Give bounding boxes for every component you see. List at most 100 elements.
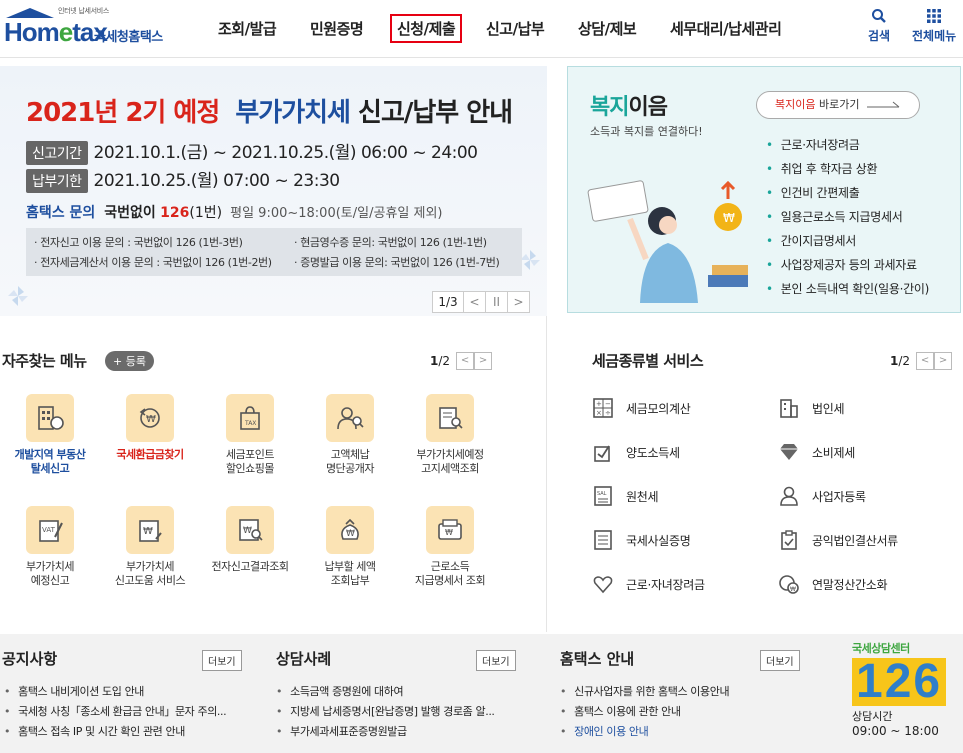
nav-application-submission[interactable]: 신청/제출 <box>390 14 463 43</box>
freq-item-label: 지급명세서 조회 <box>414 574 486 587</box>
call-center-hours: 09:00 ~ 18:00 <box>852 724 939 738</box>
guide-item[interactable]: 신규사업자를 위한 홈택스 이용안내 <box>560 682 729 702</box>
guide-item[interactable]: 장애인 이용 안내 <box>560 722 729 742</box>
welfare-item[interactable]: 인건비 간편제출 <box>766 181 929 205</box>
freq-item-label: 명단공개자 <box>325 462 375 475</box>
guide-more-button[interactable]: 더보기 <box>760 650 800 671</box>
freq-item-vat-help[interactable]: ₩ 부가가치세 신고도움 서비스 <box>102 506 198 588</box>
pinwheel-icon <box>8 286 28 306</box>
service-withholding-tax[interactable]: SAL 원천세 <box>590 482 659 510</box>
banner-prev-button[interactable]: < <box>463 292 485 312</box>
consult-title: 상담사례 <box>276 650 332 668</box>
welfare-item[interactable]: 일용근로소득 지급명세서 <box>766 205 929 229</box>
search-button[interactable]: 검색 <box>868 8 890 44</box>
notice-item[interactable]: 홈택스 내비게이션 도입 안내 <box>4 682 226 702</box>
hometax-inquiry: 홈택스 문의 국번없이 126(1번) 평일 9:00~18:00(토/일/공휴일… <box>26 205 443 221</box>
service-transfer-income-tax[interactable]: 양도소득세 <box>590 438 680 466</box>
notice-item[interactable]: 홈택스 접속 IP 및 시간 확인 관련 안내 <box>4 722 226 742</box>
call-center-banner[interactable]: 국세상담센터 126 상담시간 09:00 ~ 18:00 <box>852 640 962 750</box>
freq-pager: 1/2 < > <box>430 352 493 370</box>
service-consumption-tax[interactable]: 소비제세 <box>776 438 855 466</box>
calculator-icon: + − × ÷ <box>590 395 616 421</box>
freq-item-label: 부가가치세예정 <box>416 448 484 461</box>
section-divider <box>546 316 547 632</box>
freq-item-vat-notice[interactable]: 부가가치세예정 고지세액조회 <box>402 394 498 476</box>
freq-item-label: 납부할 세액 <box>324 560 376 573</box>
consult-item[interactable]: 소득금액 증명원에 대하여 <box>276 682 495 702</box>
welfare-item[interactable]: 근로·자녀장려금 <box>766 133 929 157</box>
withholding-icon: SAL <box>590 483 616 509</box>
welfare-item[interactable]: 사업장제공자 등의 과세자료 <box>766 253 929 277</box>
service-label: 근로·자녀장려금 <box>626 577 705 592</box>
nav-report-payment[interactable]: 신고/납부 <box>486 18 545 39</box>
service-label: 공익법인결산서류 <box>812 533 898 548</box>
notice-title: 공지사항 <box>2 650 58 668</box>
report-period-tag: 신고기간 <box>26 141 88 165</box>
consult-more-button[interactable]: 더보기 <box>476 650 516 671</box>
freq-prev-button[interactable]: < <box>456 352 475 370</box>
nav-civil-certificate[interactable]: 민원증명 <box>310 18 364 39</box>
service-tax-simulation[interactable]: + − × ÷ 세금모의계산 <box>590 394 691 422</box>
welfare-item[interactable]: 본인 소득내역 확인(일용·간이) <box>766 277 930 301</box>
welfare-list: 근로·자녀장려금 취업 후 학자금 상환 인건비 간편제출 일용근로소득 지급명… <box>766 133 930 301</box>
hometax-logo[interactable]: 인터넷 납세서비스 Hometax 국세청홈택스 <box>4 4 188 52</box>
tax-services-prev-button[interactable]: < <box>916 352 935 370</box>
notice-item[interactable]: 국세청 사칭「종소세 환급금 안내」문자 주의... <box>4 702 227 722</box>
freq-item-e-report-result[interactable]: ₩ 전자신고결과조회 <box>202 506 298 574</box>
consult-item[interactable]: 부가세과세표준증명원발급 <box>276 722 495 742</box>
welfare-item[interactable]: 간이지급명세서 <box>766 229 929 253</box>
header: 인터넷 납세서비스 Hometax 국세청홈택스 조회/발급 민원증명 신청/제… <box>0 0 963 58</box>
info-line: · 전자신고 이용 문의 : 국번없이 126 (1번-3번) <box>34 236 243 249</box>
freq-next-button[interactable]: > <box>474 352 493 370</box>
freq-item-tax-point-mall[interactable]: TAX 세금포인트 할인쇼핑몰 <box>202 394 298 476</box>
svg-text:SAL: SAL <box>597 491 607 497</box>
notice-more-button[interactable]: 더보기 <box>202 650 242 671</box>
payment-due: 납부기한 2021.10.25.(월) 07:00 ~ 23:30 <box>26 166 340 193</box>
info-line: · 현금영수증 문의: 국번없이 126 (1번-1번) <box>294 236 487 249</box>
tax-services-page-number: 1/2 <box>890 354 911 368</box>
nav-tax-agent[interactable]: 세무대리/납세관리 <box>670 18 782 39</box>
freq-item-tax-payment[interactable]: ₩ 납부할 세액 조회납부 <box>302 506 398 588</box>
freq-item-refund[interactable]: ₩ 국세환급금찾기 <box>102 394 198 462</box>
svg-text:+: + <box>596 400 602 408</box>
guide-item[interactable]: 홈택스 이용에 관한 안내 <box>560 702 729 722</box>
vat-notice-banner[interactable]: 2021년 2기 예정 부가가치세 신고/납부 안내 신고기간 2021.10.1… <box>0 66 547 316</box>
tax-services-pager: 1/2 < > <box>890 352 953 370</box>
info-line: · 증명발급 이용 문의: 국번없이 126 (1번-7번) <box>294 256 500 269</box>
freq-item-earned-income[interactable]: ₩ 근로소득 지급명세서 조회 <box>402 506 498 588</box>
tax-services-next-button[interactable]: > <box>934 352 953 370</box>
payment-due-value: 2021.10.25.(월) 07:00 ~ 23:30 <box>93 171 341 191</box>
freq-item-delinquent-list[interactable]: 고액체납 명단공개자 <box>302 394 398 476</box>
result-search-icon: ₩ <box>226 506 274 554</box>
freq-item-label: 신고도움 서비스 <box>114 574 186 587</box>
svg-text:₩: ₩ <box>243 526 252 536</box>
consult-list: 소득금액 증명원에 대하여 지방세 납세증명서[완납증명] 발행 경로좀 알..… <box>276 682 495 742</box>
service-work-child-incentive[interactable]: 근로·자녀장려금 <box>590 570 705 598</box>
all-menu-button[interactable]: 전체메뉴 <box>912 8 956 44</box>
freq-item-label: 부가가치세 <box>125 560 175 573</box>
nav-consult-report[interactable]: 상담/제보 <box>578 18 637 39</box>
freq-add-button[interactable]: + 등록 <box>105 351 154 371</box>
service-year-end-settlement[interactable]: ₩ 연말정산간소화 <box>776 570 887 598</box>
welfare-shortcut-button[interactable]: 복지이음 바로가기 <box>756 91 920 119</box>
tax-payment-icon: ₩ <box>326 506 374 554</box>
freq-item-vat-report[interactable]: VAT 부가가치세 예정신고 <box>2 506 98 588</box>
grid-menu-icon <box>927 9 942 23</box>
vat-icon: VAT <box>26 506 74 554</box>
refund-icon: ₩ <box>126 394 174 442</box>
service-corporate-tax[interactable]: 법인세 <box>776 394 845 422</box>
welfare-item[interactable]: 취업 후 학자금 상환 <box>766 157 929 181</box>
banner-next-button[interactable]: > <box>507 292 529 312</box>
report-period-value: 2021.10.1.(금) ~ 2021.10.25.(월) 06:00 ~ 2… <box>93 143 478 163</box>
freq-item-real-estate-report[interactable]: 개발지역 부동산 탈세신고 <box>2 394 98 476</box>
service-national-tax-certificate[interactable]: 국세사실증명 <box>590 526 691 554</box>
service-public-corp-documents[interactable]: 공익법인결산서류 <box>776 526 898 554</box>
service-label: 사업자등록 <box>812 489 866 504</box>
consult-item[interactable]: 지방세 납세증명서[완납증명] 발행 경로좀 알... <box>276 702 495 722</box>
service-business-registration[interactable]: 사업자등록 <box>776 482 866 510</box>
svg-text:TAX: TAX <box>244 420 256 427</box>
banner-pause-button[interactable]: II <box>485 292 507 312</box>
nav-inquiry-issuance[interactable]: 조회/발급 <box>218 18 277 39</box>
welfare-title: 복지이음 <box>590 95 668 120</box>
woman-illustration: ₩ <box>587 180 748 303</box>
